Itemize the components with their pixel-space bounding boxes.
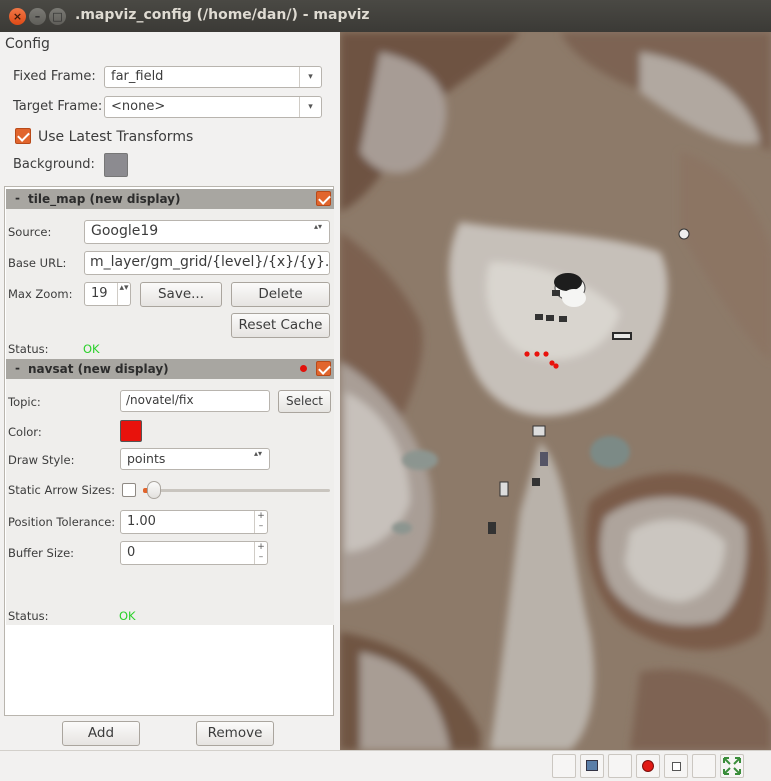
- max-zoom-spinbox[interactable]: 19 ▴▾: [84, 282, 131, 306]
- position-tolerance-value: 1.00: [127, 514, 156, 529]
- displays-panel: - tile_map (new display) Source: Google1…: [4, 186, 334, 716]
- buffer-size-value: 0: [127, 545, 136, 560]
- fixed-frame-value: far_field: [111, 69, 164, 84]
- map-canvas[interactable]: [340, 32, 771, 750]
- base-url-label: Base URL:: [8, 256, 67, 270]
- tile-map-header[interactable]: - tile_map (new display): [6, 189, 334, 209]
- close-icon[interactable]: ×: [9, 8, 26, 25]
- save-button[interactable]: Save...: [140, 282, 222, 307]
- max-zoom-value: 19: [91, 286, 108, 301]
- updown-arrows-icon: ▴▾: [253, 449, 263, 458]
- delete-button[interactable]: Delete: [231, 282, 330, 307]
- window-titlebar: × – □ .mapviz_config (/home/dan/) - mapv…: [0, 0, 771, 32]
- topic-label: Topic:: [8, 395, 41, 409]
- screenshot-icon[interactable]: [580, 754, 604, 778]
- background-label: Background:: [13, 157, 95, 172]
- navsat-enabled-checkbox[interactable]: [316, 361, 331, 376]
- arrow-size-slider-handle[interactable]: [147, 481, 161, 499]
- position-tolerance-label: Position Tolerance:: [8, 515, 116, 529]
- chevron-down-icon: ▾: [299, 67, 321, 87]
- fixed-frame-label: Fixed Frame:: [13, 69, 96, 84]
- updown-arrows-icon: ▴▾: [313, 222, 323, 231]
- minus-icon[interactable]: –: [259, 521, 264, 531]
- color-swatch[interactable]: [120, 420, 142, 442]
- blank-tool-button[interactable]: [552, 754, 576, 778]
- select-topic-button[interactable]: Select: [278, 390, 331, 413]
- blank-tool-button[interactable]: [692, 754, 716, 778]
- collapse-icon[interactable]: -: [15, 361, 20, 375]
- navsat-title: navsat (new display): [28, 362, 169, 376]
- tile-map-status-label: Status:: [8, 342, 49, 356]
- buffer-size-label: Buffer Size:: [8, 546, 75, 560]
- toolbar: [0, 750, 771, 781]
- draw-style-label: Draw Style:: [8, 453, 75, 467]
- updown-arrows-icon[interactable]: ▴▾: [117, 283, 130, 305]
- tile-map-title: tile_map (new display): [28, 192, 181, 206]
- tile-map-enabled-checkbox[interactable]: [316, 191, 331, 206]
- navsat-body: Topic: /novatel/fix Select Color: Draw S…: [6, 379, 334, 625]
- navsat-status-label: Status:: [8, 609, 49, 623]
- target-frame-combo[interactable]: <none> ▾: [104, 96, 322, 118]
- blank-tool-button[interactable]: [608, 754, 632, 778]
- navsat-status-value: OK: [119, 609, 136, 623]
- target-frame-value: <none>: [111, 99, 166, 114]
- reset-cache-button[interactable]: Reset Cache: [231, 313, 330, 338]
- buffer-size-spinbox[interactable]: 0 + –: [120, 541, 268, 565]
- base-url-input[interactable]: m_layer/gm_grid/{level}/{x}/{y}.png: [84, 251, 330, 275]
- color-label: Color:: [8, 425, 42, 439]
- chevron-down-icon: ▾: [299, 97, 321, 117]
- add-display-button[interactable]: Add: [62, 721, 140, 746]
- target-frame-label: Target Frame:: [13, 99, 103, 114]
- static-arrow-sizes-label: Static Arrow Sizes:: [8, 483, 115, 497]
- stop-icon[interactable]: [664, 754, 688, 778]
- max-zoom-label: Max Zoom:: [8, 287, 73, 301]
- record-icon[interactable]: [636, 754, 660, 778]
- fixed-frame-combo[interactable]: far_field ▾: [104, 66, 322, 88]
- remove-display-button[interactable]: Remove: [196, 721, 274, 746]
- plus-icon[interactable]: +: [257, 511, 265, 521]
- plus-icon[interactable]: +: [257, 542, 265, 552]
- source-value: Google19: [91, 223, 159, 239]
- source-label: Source:: [8, 225, 52, 239]
- topic-input[interactable]: /novatel/fix: [120, 390, 270, 412]
- fit-icon[interactable]: [720, 754, 744, 778]
- satellite-imagery: [340, 32, 771, 750]
- position-tolerance-spinbox[interactable]: 1.00 + –: [120, 510, 268, 534]
- background-color-swatch[interactable]: [104, 153, 128, 177]
- window-title: .mapviz_config (/home/dan/) - mapviz: [75, 7, 370, 23]
- draw-style-combo[interactable]: points ▴▾: [120, 448, 270, 470]
- color-indicator-icon: [300, 365, 307, 372]
- tile-map-status-value: OK: [83, 342, 100, 356]
- maximize-icon[interactable]: □: [49, 8, 66, 25]
- spin-buttons[interactable]: + –: [254, 511, 267, 533]
- spin-buttons[interactable]: + –: [254, 542, 267, 564]
- use-latest-transforms-checkbox[interactable]: [15, 128, 31, 144]
- static-arrow-sizes-checkbox[interactable]: [122, 483, 136, 497]
- config-title: Config: [5, 36, 50, 52]
- draw-style-value: points: [127, 451, 166, 466]
- minimize-icon[interactable]: –: [29, 8, 46, 25]
- source-combo[interactable]: Google19 ▴▾: [84, 220, 330, 244]
- use-latest-transforms-label: Use Latest Transforms: [38, 129, 194, 145]
- navsat-header[interactable]: - navsat (new display): [6, 359, 334, 379]
- minus-icon[interactable]: –: [259, 552, 264, 562]
- arrow-size-slider-track[interactable]: [145, 489, 330, 492]
- tile-map-body: Source: Google19 ▴▾ Base URL: m_layer/gm…: [6, 209, 334, 359]
- collapse-icon[interactable]: -: [15, 191, 20, 205]
